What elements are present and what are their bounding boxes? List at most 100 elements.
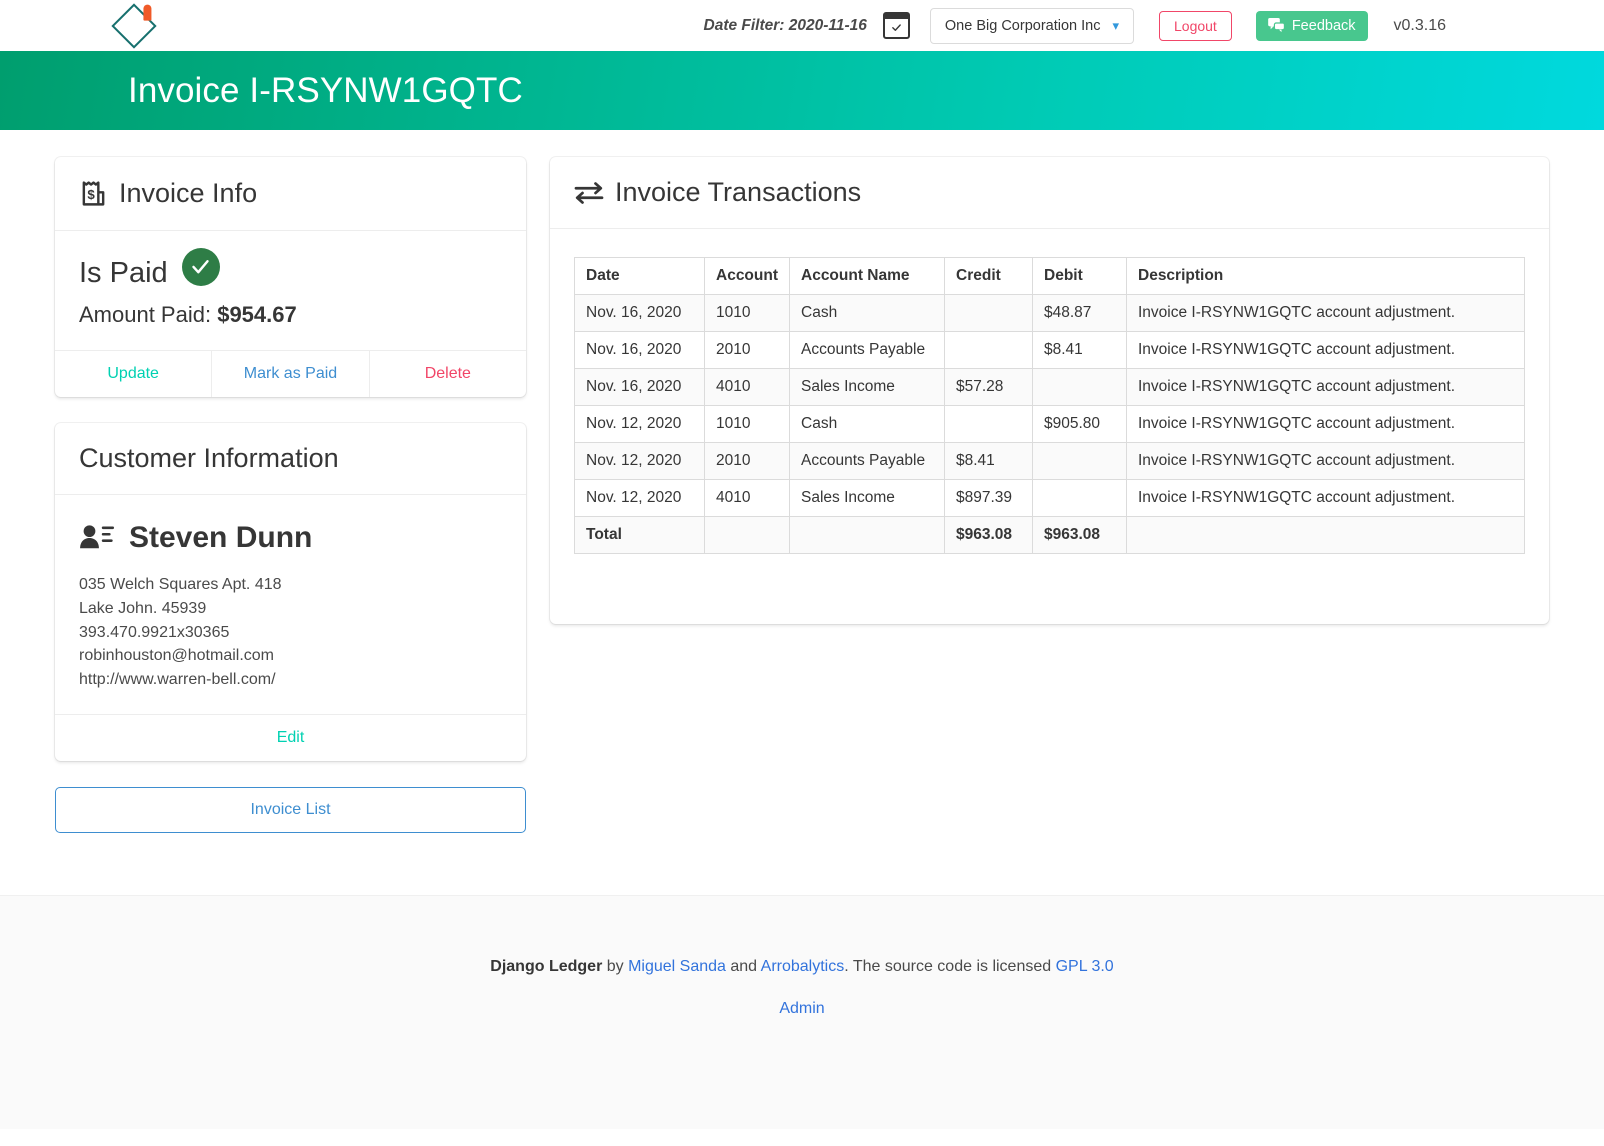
footer-admin-row: Admin: [0, 1000, 1604, 1018]
amount-paid-value: $954.67: [217, 302, 297, 327]
is-paid-row: Is Paid: [79, 247, 502, 290]
cell-account: 2010: [704, 331, 790, 369]
cell-account: 1010: [704, 294, 790, 332]
cell-account: 4010: [704, 368, 790, 406]
is-paid-label: Is Paid: [79, 257, 168, 289]
invoice-info-title: Invoice Info: [119, 178, 258, 208]
customer-information-body: Steven Dunn 035 Welch Squares Apt. 418 L…: [55, 495, 526, 714]
edit-customer-button[interactable]: Edit: [55, 715, 526, 761]
customer-name-row: Steven Dunn: [79, 521, 502, 555]
customer-information-header: Customer Information: [55, 423, 526, 495]
cell-account-name: Cash: [789, 405, 945, 443]
cell-credit: [944, 294, 1033, 332]
main-content: $ Invoice Info Is Paid Amount Paid: $954…: [0, 130, 1604, 895]
footer-brand: Django Ledger: [490, 958, 603, 975]
check-glyph: [892, 23, 901, 31]
cell-total-credit: $963.08: [944, 516, 1033, 554]
rocket-icon: [143, 4, 152, 21]
invoice-info-card: $ Invoice Info Is Paid Amount Paid: $954…: [55, 157, 526, 397]
column-header-account: Account: [704, 257, 790, 295]
cell-account-name: Accounts Payable: [789, 442, 945, 480]
calendar-check-icon[interactable]: [882, 12, 910, 39]
footer-credit-line: Django Ledger by Miguel Sanda and Arroba…: [0, 958, 1604, 976]
company-select-value: One Big Corporation Inc: [944, 17, 1101, 34]
column-header-account-name: Account Name: [789, 257, 945, 295]
invoice-info-body: Is Paid Amount Paid: $954.67: [55, 231, 526, 350]
table-row: Nov. 12, 2020 4010 Sales Income $897.39 …: [574, 479, 1525, 517]
cell-credit: [944, 405, 1033, 443]
customer-address-line-2: Lake John. 45939: [79, 599, 207, 617]
footer-by: by: [602, 958, 629, 975]
cell-debit: $48.87: [1032, 294, 1127, 332]
invoice-transactions-header: Invoice Transactions: [550, 157, 1549, 229]
left-column: $ Invoice Info Is Paid Amount Paid: $954…: [55, 157, 526, 834]
cell-description: Invoice I-RSYNW1GQTC account adjustment.: [1126, 479, 1525, 517]
cell-total-account-name: [789, 516, 945, 554]
table-row: Nov. 16, 2020 4010 Sales Income $57.28 I…: [574, 368, 1525, 406]
invoice-list-button[interactable]: Invoice List: [55, 787, 526, 834]
customer-address-line-1: 035 Welch Squares Apt. 418: [79, 576, 282, 593]
cell-debit: [1032, 368, 1127, 406]
cell-total-account: [704, 516, 790, 554]
cell-account: 1010: [704, 405, 790, 443]
amount-paid-label: Amount Paid:: [79, 302, 212, 327]
transactions-table: Date Account Account Name Credit Debit D…: [574, 257, 1525, 554]
footer-admin-link[interactable]: Admin: [779, 1000, 824, 1017]
customer-actions: Edit: [55, 714, 526, 761]
cell-date: Nov. 12, 2020: [574, 405, 705, 443]
cell-debit: $8.41: [1032, 331, 1127, 369]
date-filter-label: Date Filter: 2020-11-16: [703, 16, 867, 34]
mark-as-paid-button[interactable]: Mark as Paid: [211, 351, 368, 397]
cell-description: Invoice I-RSYNW1GQTC account adjustment.: [1126, 331, 1525, 369]
footer-org-link[interactable]: Arrobalytics: [761, 958, 845, 975]
table-total-row: Total $963.08 $963.08: [574, 516, 1525, 554]
page-hero: Invoice I-RSYNW1GQTC: [0, 51, 1604, 130]
cell-account: 2010: [704, 442, 790, 480]
chevron-down-icon: ▾: [1112, 17, 1119, 33]
customer-information-card: Customer Information Steven Dunn 035 Wel…: [55, 423, 526, 762]
transactions-table-body: Nov. 16, 2020 1010 Cash $48.87 Invoice I…: [574, 294, 1525, 554]
cell-credit: $897.39: [944, 479, 1033, 517]
cell-date: Nov. 12, 2020: [574, 479, 705, 517]
cell-total-label: Total: [574, 516, 705, 554]
cell-date: Nov. 16, 2020: [574, 368, 705, 406]
cell-description: Invoice I-RSYNW1GQTC account adjustment.: [1126, 294, 1525, 332]
page-footer: Django Ledger by Miguel Sanda and Arroba…: [0, 895, 1604, 1129]
column-header-date: Date: [574, 257, 705, 295]
transactions-table-head: Date Account Account Name Credit Debit D…: [574, 257, 1525, 295]
comments-icon: [1267, 18, 1285, 33]
diamond-logo-icon: [111, 2, 157, 49]
cell-account: 4010: [704, 479, 790, 517]
page-title: Invoice I-RSYNW1GQTC: [128, 70, 523, 110]
cell-debit: $905.80: [1032, 405, 1127, 443]
amount-paid-row: Amount Paid: $954.67: [79, 302, 502, 328]
cell-account-name: Sales Income: [789, 479, 945, 517]
invoice-info-header: $ Invoice Info: [55, 157, 526, 231]
delete-button[interactable]: Delete: [368, 351, 526, 397]
column-header-description: Description: [1126, 257, 1525, 295]
version-label: v0.3.16: [1393, 16, 1446, 34]
top-navbar: Date Filter: 2020-11-16 One Big Corporat…: [0, 0, 1604, 51]
cell-date: Nov. 16, 2020: [574, 331, 705, 369]
invoice-transactions-body: Date Account Account Name Credit Debit D…: [550, 229, 1549, 624]
cell-date: Nov. 16, 2020: [574, 294, 705, 332]
table-row: Nov. 16, 2020 2010 Accounts Payable $8.4…: [574, 331, 1525, 369]
footer-license-link[interactable]: GPL 3.0: [1056, 958, 1114, 975]
update-button[interactable]: Update: [55, 351, 211, 397]
table-header-row: Date Account Account Name Credit Debit D…: [574, 257, 1525, 295]
cell-description: Invoice I-RSYNW1GQTC account adjustment.: [1126, 442, 1525, 480]
cell-account-name: Cash: [789, 294, 945, 332]
cell-account-name: Sales Income: [789, 368, 945, 406]
check-glyph: [192, 260, 209, 274]
footer-author-link[interactable]: Miguel Sanda: [628, 958, 726, 975]
invoice-transactions-card: Invoice Transactions Date Account Accoun…: [550, 157, 1549, 624]
table-row: Nov. 12, 2020 1010 Cash $905.80 Invoice …: [574, 405, 1525, 443]
logout-button[interactable]: Logout: [1159, 10, 1232, 41]
cell-debit: [1032, 442, 1127, 480]
cell-credit: [944, 331, 1033, 369]
company-select[interactable]: One Big Corporation Inc ▾: [929, 7, 1134, 44]
table-row: Nov. 12, 2020 2010 Accounts Payable $8.4…: [574, 442, 1525, 480]
brand-logo[interactable]: [111, 2, 157, 49]
invoice-info-actions: Update Mark as Paid Delete: [55, 350, 526, 397]
feedback-button[interactable]: Feedback: [1255, 10, 1368, 41]
